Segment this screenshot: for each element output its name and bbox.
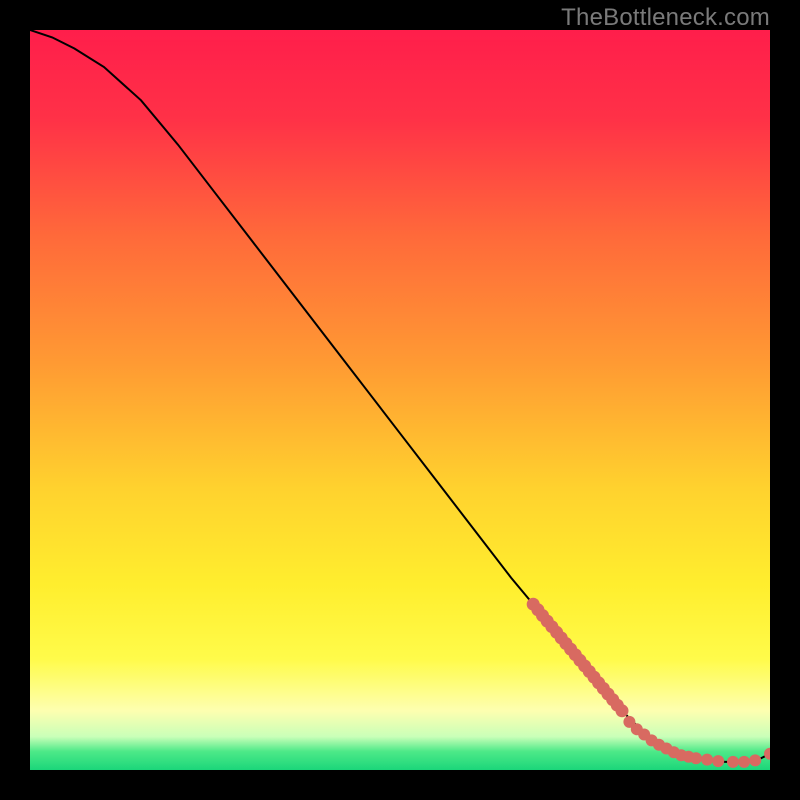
data-point: [738, 756, 750, 768]
data-point: [749, 754, 761, 766]
data-point: [701, 754, 713, 766]
data-point: [690, 752, 702, 764]
chart-root: TheBottleneck.com: [0, 0, 800, 800]
data-point: [712, 755, 724, 767]
data-point: [727, 756, 739, 768]
watermark-text: TheBottleneck.com: [561, 4, 770, 32]
chart-svg: [30, 30, 770, 770]
data-point: [616, 704, 629, 717]
plot-area: [30, 30, 770, 770]
gradient-background: [30, 30, 770, 770]
